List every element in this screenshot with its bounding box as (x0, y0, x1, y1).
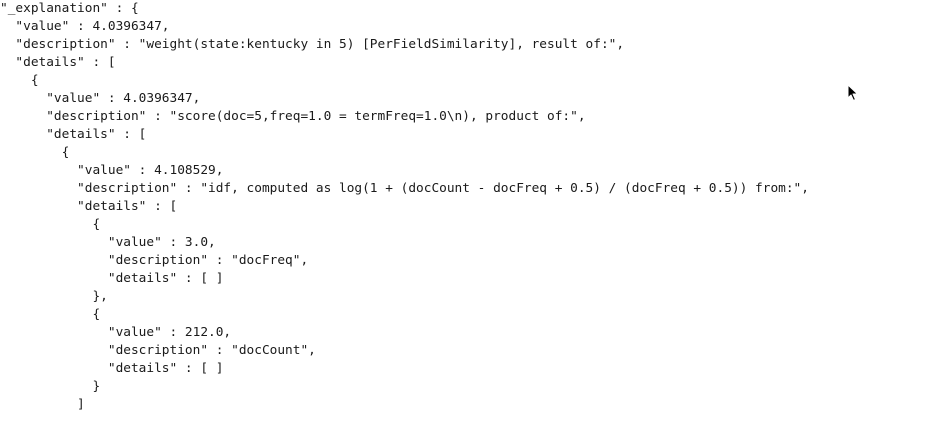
json-line: "_explanation" : { (0, 1, 139, 16)
json-line: "value" : 4.108529, (0, 163, 224, 178)
json-line: "details" : [ (0, 55, 116, 70)
json-line: ] (0, 397, 85, 412)
json-line: }, (0, 289, 108, 304)
json-line: "details" : [ ] (0, 271, 224, 286)
json-line: "description" : "docCount", (0, 343, 316, 358)
json-line: "details" : [ ] (0, 361, 224, 376)
json-line: { (0, 73, 39, 88)
json-line: "value" : 4.0396347, (0, 19, 170, 34)
json-line: "value" : 3.0, (0, 235, 216, 250)
json-line: { (0, 307, 101, 322)
json-line: "value" : 4.0396347, (0, 91, 201, 106)
json-line: "description" : "weight(state:kentucky i… (0, 37, 625, 52)
json-line: } (0, 379, 101, 394)
arrow-pointer-icon (847, 84, 859, 102)
json-line: "description" : "docFreq", (0, 253, 309, 268)
json-line: "value" : 212.0, (0, 325, 232, 340)
json-line: "details" : [ (0, 199, 178, 214)
json-line: "details" : [ (0, 127, 147, 142)
json-response-view: "_explanation" : { "value" : 4.0396347, … (0, 0, 937, 422)
json-line: { (0, 217, 101, 232)
json-line: "description" : "idf, computed as log(1 … (0, 181, 809, 196)
json-line: "description" : "score(doc=5,freq=1.0 = … (0, 109, 586, 124)
json-line: { (0, 145, 70, 160)
